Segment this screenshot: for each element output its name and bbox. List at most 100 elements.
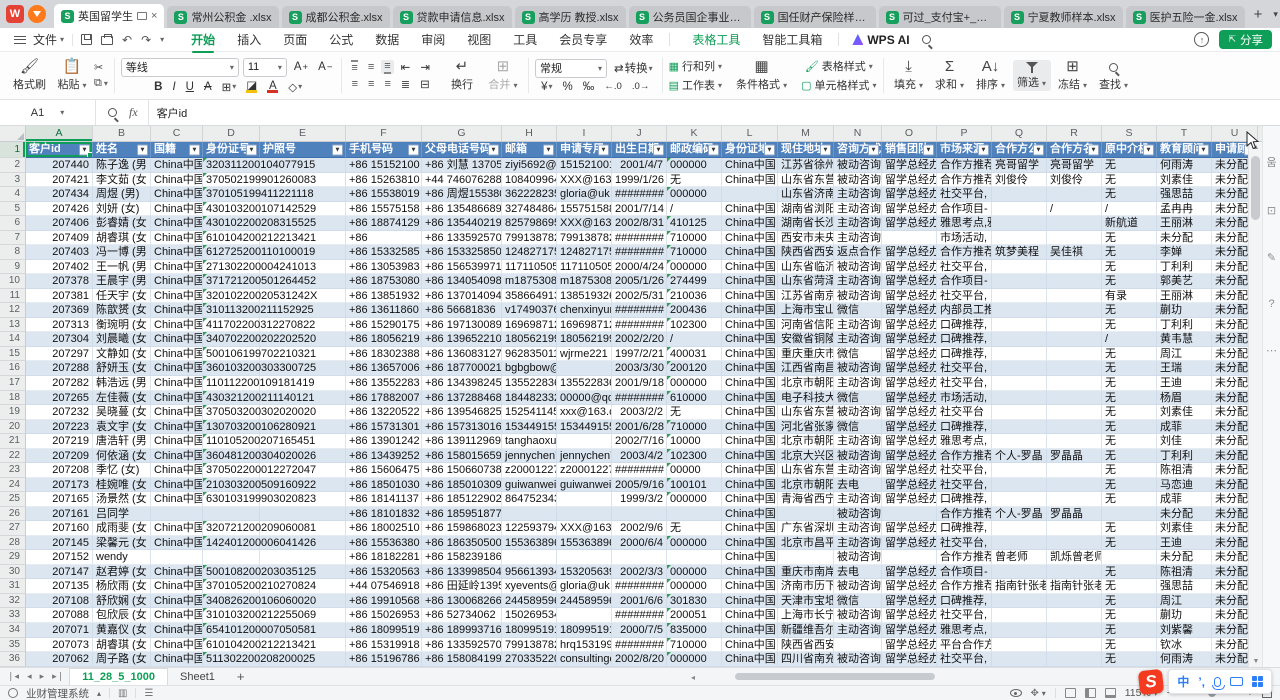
- cell[interactable]: [557, 608, 612, 623]
- cell[interactable]: 被动咨询: [834, 260, 882, 275]
- cell[interactable]: 刘素佳: [1157, 521, 1212, 536]
- cell[interactable]: +86 13552283: [346, 376, 422, 391]
- cell[interactable]: 710000: [667, 638, 722, 653]
- cell[interactable]: 2003/4/2: [612, 449, 667, 464]
- column-header-J[interactable]: J: [612, 126, 667, 141]
- row-number-34[interactable]: 34: [0, 623, 26, 638]
- cell[interactable]: 被动咨询: [834, 507, 882, 522]
- wps-ai-button[interactable]: WPS AI: [844, 33, 917, 47]
- cell[interactable]: 2002/3/3: [612, 565, 667, 580]
- cell[interactable]: 山东省东营: [778, 173, 834, 188]
- cell[interactable]: 陕西省西安: [778, 245, 834, 260]
- system-name-label[interactable]: 业财管理系统: [26, 686, 89, 700]
- cell[interactable]: China中国: [151, 332, 203, 347]
- column-header-O[interactable]: O: [882, 126, 937, 141]
- cell[interactable]: +86 1877000215: [422, 361, 502, 376]
- scroll-left-icon[interactable]: ◂: [691, 673, 695, 682]
- cell[interactable]: 207160: [26, 521, 93, 536]
- cell[interactable]: 135522836: [502, 376, 557, 391]
- column-header-F[interactable]: F: [346, 126, 422, 141]
- cell[interactable]: 无: [1102, 579, 1157, 594]
- cell[interactable]: China中国: [722, 332, 778, 347]
- cell[interactable]: 微信: [834, 391, 882, 406]
- cell[interactable]: China中国: [722, 260, 778, 275]
- new-document-tab-button[interactable]: +: [1249, 6, 1268, 23]
- cell[interactable]: [1047, 594, 1102, 609]
- cell[interactable]: China中国: [151, 158, 203, 173]
- cell[interactable]: ########: [612, 608, 667, 623]
- cell[interactable]: 被动咨询: [834, 550, 882, 565]
- cell[interactable]: China中国: [722, 347, 778, 362]
- cell[interactable]: 130703200106280921: [203, 420, 260, 435]
- cell[interactable]: 衡琬明 (女: [93, 318, 151, 333]
- column-header-I[interactable]: I: [557, 126, 612, 141]
- cell[interactable]: China中国: [151, 202, 203, 217]
- cell[interactable]: [1047, 318, 1102, 333]
- cell[interactable]: jennychen7: [557, 449, 612, 464]
- cell[interactable]: 北京市朝阳: [778, 478, 834, 493]
- cell[interactable]: 无: [1102, 361, 1157, 376]
- format-painter-button[interactable]: 🖌 格式刷: [9, 58, 50, 93]
- cell[interactable]: 500106199702210321: [203, 347, 260, 362]
- cell[interactable]: [722, 187, 778, 202]
- menu-tab-审阅[interactable]: 审阅: [410, 28, 456, 51]
- fill-button[interactable]: ⤓ 填充 ▾: [890, 58, 928, 93]
- cell[interactable]: +86 15026953: [346, 608, 422, 623]
- cell[interactable]: +44 7460762888: [422, 173, 502, 188]
- copy-button[interactable]: ⧉▾: [94, 77, 108, 90]
- more-tools-icon[interactable]: ⋯: [1266, 344, 1277, 357]
- cell[interactable]: 留学总经办: [882, 652, 937, 667]
- hand-tool-icon[interactable]: ✥ ▾: [1031, 688, 1046, 699]
- cell[interactable]: +86 18101832: [346, 507, 422, 522]
- column-filter-header-cell[interactable]: 身份证地▼: [722, 142, 778, 158]
- cell[interactable]: 周江: [1157, 594, 1212, 609]
- cell[interactable]: 被动咨询: [834, 579, 882, 594]
- cell[interactable]: [1047, 303, 1102, 318]
- distribute-button[interactable]: ⊟: [417, 77, 433, 91]
- row-number-24[interactable]: 24: [0, 478, 26, 493]
- document-tab[interactable]: S国任财产保险样本.x: [754, 6, 876, 28]
- cell[interactable]: [667, 550, 722, 565]
- cell[interactable]: China中国: [722, 274, 778, 289]
- cell[interactable]: China中国: [722, 376, 778, 391]
- column-filter-header-cell[interactable]: 咨询方式▼: [834, 142, 882, 158]
- cell[interactable]: 雅思考点,: [937, 623, 992, 638]
- cell[interactable]: [203, 507, 260, 522]
- cell[interactable]: 丁利利: [1157, 449, 1212, 464]
- cell[interactable]: [1047, 623, 1102, 638]
- first-sheet-icon[interactable]: ❘◂: [4, 671, 22, 682]
- cell[interactable]: 吴晓蔓 (女: [93, 405, 151, 420]
- cell[interactable]: [502, 550, 557, 565]
- cell[interactable]: [612, 507, 667, 522]
- cell[interactable]: 无: [1102, 391, 1157, 406]
- cell[interactable]: 500108200203035125: [203, 565, 260, 580]
- cell[interactable]: 主动咨询: [834, 274, 882, 289]
- cell[interactable]: 956613934: [502, 565, 557, 580]
- cell[interactable]: 季忆 (女): [93, 463, 151, 478]
- cell[interactable]: [992, 289, 1047, 304]
- cell[interactable]: 207145: [26, 536, 93, 551]
- cell[interactable]: 社交平台,: [937, 361, 992, 376]
- cell[interactable]: 留学总经办: [882, 536, 937, 551]
- cell[interactable]: +86 18302388: [346, 347, 422, 362]
- cell[interactable]: 口碑推荐,: [937, 492, 992, 507]
- row-number-8[interactable]: 8: [0, 245, 26, 260]
- cell[interactable]: 2002/8/20: [612, 652, 667, 667]
- cell[interactable]: [992, 521, 1047, 536]
- cell[interactable]: 微信: [834, 420, 882, 435]
- cell[interactable]: 无: [1102, 158, 1157, 173]
- strikethrough-button[interactable]: A: [201, 81, 215, 93]
- align-left-button[interactable]: ≡: [349, 78, 361, 90]
- name-box[interactable]: A1▾: [0, 100, 96, 125]
- column-header-D[interactable]: D: [203, 126, 260, 141]
- filter-dropdown-icon[interactable]: ▼: [1088, 144, 1099, 155]
- row-number-16[interactable]: 16: [0, 361, 26, 376]
- filter-dropdown-icon[interactable]: ▼: [1198, 144, 1209, 155]
- cell[interactable]: +86 1580156591: [422, 449, 502, 464]
- cell[interactable]: 370105200210270824: [203, 579, 260, 594]
- filter-dropdown-icon[interactable]: ▼: [79, 144, 90, 155]
- page-break-view-icon[interactable]: [1105, 688, 1116, 698]
- cell[interactable]: 207381: [26, 289, 93, 304]
- cell[interactable]: +86 13439252: [346, 449, 422, 464]
- cell[interactable]: 合作项目-: [937, 274, 992, 289]
